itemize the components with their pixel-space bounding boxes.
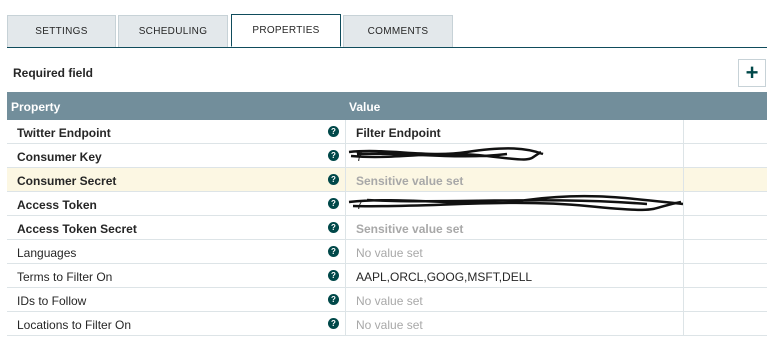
help-icon[interactable]: ? — [328, 150, 339, 161]
add-property-button[interactable]: + — [738, 59, 766, 87]
column-divider — [345, 168, 346, 192]
table-row[interactable]: Twitter Endpoint? Filter Endpoint — [7, 120, 767, 144]
column-divider — [345, 144, 346, 168]
property-name: Access Token — [17, 198, 97, 212]
help-icon[interactable]: ? — [328, 318, 339, 329]
property-name: Twitter Endpoint — [17, 126, 111, 140]
property-name: Consumer Secret — [17, 174, 117, 188]
redaction-scribble — [348, 147, 544, 161]
property-value[interactable]: AAPL,ORCL,GOOG,MSFT,DELL — [356, 270, 678, 284]
plus-icon: + — [745, 60, 759, 85]
tab-bar: SETTINGS SCHEDULING PROPERTIES COMMENTS — [7, 14, 767, 48]
column-divider — [683, 216, 684, 240]
tab-comments[interactable]: COMMENTS — [343, 15, 453, 47]
property-name: Terms to Filter On — [17, 270, 113, 284]
table-row[interactable]: Terms to Filter On? AAPL,ORCL,GOOG,MSFT,D… — [7, 264, 767, 288]
table-row[interactable]: Access Token Secret? Sensitive value set — [7, 216, 767, 240]
column-divider — [345, 240, 346, 264]
property-value[interactable]: No value set — [356, 294, 678, 308]
help-icon[interactable]: ? — [328, 246, 339, 257]
property-name: Locations to Filter On — [17, 318, 132, 332]
tab-settings[interactable]: SETTINGS — [7, 15, 116, 47]
help-icon[interactable]: ? — [328, 270, 339, 281]
property-name: Access Token Secret — [17, 222, 137, 236]
property-name: Languages — [17, 246, 77, 260]
table-header: Property Value — [7, 92, 767, 120]
table-row[interactable]: Consumer Key? 7 — [7, 144, 767, 168]
column-divider — [345, 264, 346, 288]
redaction-scribble — [348, 194, 684, 212]
help-icon[interactable]: ? — [328, 126, 339, 137]
help-icon[interactable]: ? — [328, 294, 339, 305]
property-name: IDs to Follow — [17, 294, 87, 308]
required-field-label: Required field — [13, 66, 94, 80]
tab-properties[interactable]: PROPERTIES — [231, 14, 341, 47]
column-divider — [345, 312, 346, 336]
property-value[interactable]: Filter Endpoint — [356, 126, 678, 140]
column-divider — [345, 192, 346, 216]
table-row[interactable]: Consumer Secret? Sensitive value set — [7, 168, 767, 192]
property-value[interactable]: No value set — [356, 246, 678, 260]
column-divider — [683, 288, 684, 312]
column-divider — [683, 240, 684, 264]
property-value[interactable]: Sensitive value set — [356, 174, 678, 188]
tab-scheduling[interactable]: SCHEDULING — [118, 15, 228, 47]
column-divider — [683, 264, 684, 288]
column-divider — [683, 192, 684, 216]
help-icon[interactable]: ? — [328, 198, 339, 209]
table-row[interactable]: Languages? No value set — [7, 240, 767, 264]
help-icon[interactable]: ? — [328, 174, 339, 185]
help-icon[interactable]: ? — [328, 222, 339, 233]
column-divider — [683, 144, 684, 168]
property-value[interactable]: Sensitive value set — [356, 222, 678, 236]
property-value[interactable]: No value set — [356, 318, 678, 332]
properties-table: Property Value Twitter Endpoint? Filter E… — [7, 92, 767, 336]
column-divider — [683, 168, 684, 192]
column-header-property[interactable]: Property — [11, 100, 60, 114]
table-row[interactable]: Access Token? 7 — [7, 192, 767, 216]
column-divider — [345, 120, 346, 144]
column-divider — [345, 216, 346, 240]
property-name: Consumer Key — [17, 150, 102, 164]
column-header-value[interactable]: Value — [349, 100, 380, 114]
column-divider — [683, 312, 684, 336]
table-row[interactable]: Locations to Filter On? No value set — [7, 312, 767, 336]
column-divider — [345, 288, 346, 312]
column-divider — [683, 120, 684, 144]
table-row[interactable]: IDs to Follow? No value set — [7, 288, 767, 312]
